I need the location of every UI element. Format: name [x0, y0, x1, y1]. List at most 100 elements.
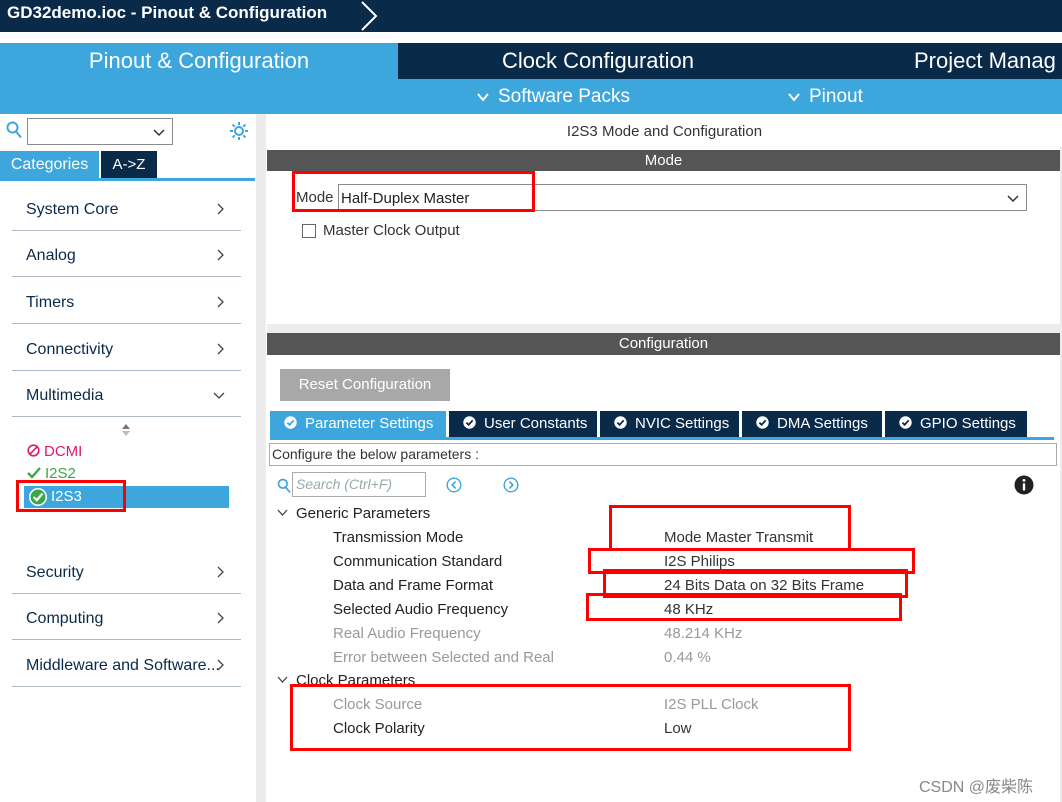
gear-icon[interactable]: [228, 120, 250, 142]
sort-icon[interactable]: [120, 423, 132, 437]
search-icon[interactable]: [277, 478, 291, 494]
tab-parameter-settings[interactable]: Parameter Settings: [270, 411, 446, 437]
param-value[interactable]: I2S Philips: [664, 553, 735, 570]
tab-label: NVIC Settings: [635, 415, 730, 432]
category-connectivity[interactable]: Connectivity: [12, 325, 241, 371]
chevron-right-icon: [217, 659, 224, 671]
category-label: Security: [26, 564, 84, 581]
tab-pinout-configuration[interactable]: Pinout & Configuration: [0, 43, 398, 79]
category-system-core[interactable]: System Core: [12, 185, 241, 231]
chevron-down-icon: [1007, 195, 1019, 203]
i2s2-label: I2S2: [45, 465, 76, 482]
category-middleware[interactable]: Middleware and Software...: [12, 641, 241, 687]
reset-configuration-button[interactable]: Reset Configuration: [280, 369, 450, 401]
group-generic-parameters[interactable]: Generic Parameters: [277, 505, 430, 522]
chevron-down-icon: [153, 129, 165, 137]
chevron-down-icon: [277, 509, 288, 516]
category-multimedia[interactable]: Multimedia: [12, 371, 241, 417]
tab-a-to-z[interactable]: A->Z: [101, 151, 157, 178]
param-name: Data and Frame Format: [333, 577, 494, 594]
group-label: Clock Parameters: [296, 672, 416, 689]
mode-section-header: Mode: [267, 150, 1060, 171]
info-icon[interactable]: [1014, 475, 1034, 495]
category-label: Analog: [26, 247, 76, 264]
tab-project-manager[interactable]: Project Manag: [798, 43, 1062, 79]
master-clock-output-label: Master Clock Output: [323, 222, 460, 239]
category-computing[interactable]: Computing: [12, 594, 241, 640]
category-analog[interactable]: Analog: [12, 231, 241, 277]
tab-dma-settings[interactable]: DMA Settings: [742, 411, 882, 437]
param-name: Real Audio Frequency: [333, 625, 481, 642]
master-clock-output-checkbox[interactable]: [302, 224, 316, 238]
search-icon[interactable]: [6, 121, 22, 139]
tab-label: User Constants: [484, 415, 588, 432]
tab-gpio-settings[interactable]: GPIO Settings: [885, 411, 1027, 437]
list-item-i2s2[interactable]: I2S2: [27, 465, 76, 482]
param-name: Transmission Mode: [333, 529, 464, 546]
check-icon: [27, 467, 41, 479]
check-circle-icon: [29, 488, 47, 506]
next-match-icon[interactable]: [503, 477, 519, 493]
param-value[interactable]: Mode Master Transmit: [664, 529, 813, 546]
category-label: Multimedia: [26, 387, 104, 404]
param-value[interactable]: 48 KHz: [664, 601, 713, 618]
window-title: GD32demo.ioc - Pinout & Configuration: [7, 3, 328, 22]
param-value: I2S PLL Clock: [664, 696, 759, 713]
chevron-right-icon: [217, 249, 224, 261]
param-name: Error between Selected and Real: [333, 649, 554, 666]
category-label: Computing: [26, 610, 104, 627]
tab-nvic-settings[interactable]: NVIC Settings: [600, 411, 739, 437]
param-name: Clock Polarity: [333, 720, 425, 737]
category-label: Connectivity: [26, 341, 114, 358]
group-label: Generic Parameters: [296, 505, 431, 522]
chevron-right-icon: [217, 296, 224, 308]
param-value: 48.214 KHz: [664, 625, 743, 642]
title-gap: [0, 32, 1062, 43]
breadcrumb-chevron-icon: [361, 1, 378, 31]
pinout-label: Pinout: [809, 86, 863, 107]
previous-match-icon[interactable]: [446, 477, 462, 493]
sidebar-splitter[interactable]: [256, 114, 266, 802]
mode-select-value: Half-Duplex Master: [341, 190, 470, 207]
tab-label: Parameter Settings: [305, 415, 434, 432]
mode-label: Mode: [296, 189, 334, 206]
category-security[interactable]: Security: [12, 548, 241, 594]
param-value[interactable]: 24 Bits Data on 32 Bits Frame: [664, 577, 864, 594]
check-circle-icon: [614, 416, 627, 429]
section-divider[interactable]: [267, 324, 1062, 333]
dcmi-label: DCMI: [44, 443, 83, 460]
tab-underline: [270, 437, 1054, 440]
sidebar-search-input[interactable]: [27, 118, 173, 145]
list-item-i2s3[interactable]: I2S3: [24, 486, 229, 508]
tab-user-constants[interactable]: User Constants: [449, 411, 597, 437]
chevron-down-icon: [477, 93, 489, 102]
category-timers[interactable]: Timers: [12, 278, 241, 324]
chevron-down-icon: [277, 676, 288, 683]
tab-clock-configuration[interactable]: Clock Configuration: [400, 43, 796, 79]
category-label: Middleware and Software...: [26, 657, 220, 674]
check-circle-icon: [756, 416, 769, 429]
configure-hint: Configure the below parameters :: [269, 443, 1057, 466]
category-label: System Core: [26, 201, 119, 218]
group-clock-parameters[interactable]: Clock Parameters: [277, 672, 415, 689]
software-packs-menu[interactable]: Software Packs: [476, 79, 630, 114]
param-value: 0.44 %: [664, 649, 711, 666]
software-packs-label: Software Packs: [498, 86, 630, 107]
title-bar: GD32demo.ioc - Pinout & Configuration: [0, 0, 1062, 32]
pinout-menu[interactable]: Pinout: [787, 79, 863, 114]
param-name: Clock Source: [333, 696, 423, 713]
main-tab-bar: Pinout & Configuration Clock Configurati…: [0, 43, 1062, 79]
sub-tab-bar: Software Packs Pinout: [0, 79, 1062, 114]
tab-categories[interactable]: Categories: [0, 151, 99, 178]
panel-heading: I2S3 Mode and Configuration: [566, 123, 763, 140]
check-circle-icon: [463, 416, 476, 429]
param-value[interactable]: Low: [664, 720, 692, 737]
tab-label: GPIO Settings: [920, 415, 1016, 432]
list-item-dcmi[interactable]: DCMI: [27, 443, 82, 460]
configuration-section-header: Configuration: [267, 333, 1060, 355]
tab-underline: [0, 178, 255, 181]
chevron-down-icon: [788, 93, 800, 102]
chevron-right-icon: [217, 203, 224, 215]
parameter-search-input[interactable]: Search (Ctrl+F): [292, 472, 426, 497]
mode-select[interactable]: Half-Duplex Master: [338, 184, 1027, 211]
